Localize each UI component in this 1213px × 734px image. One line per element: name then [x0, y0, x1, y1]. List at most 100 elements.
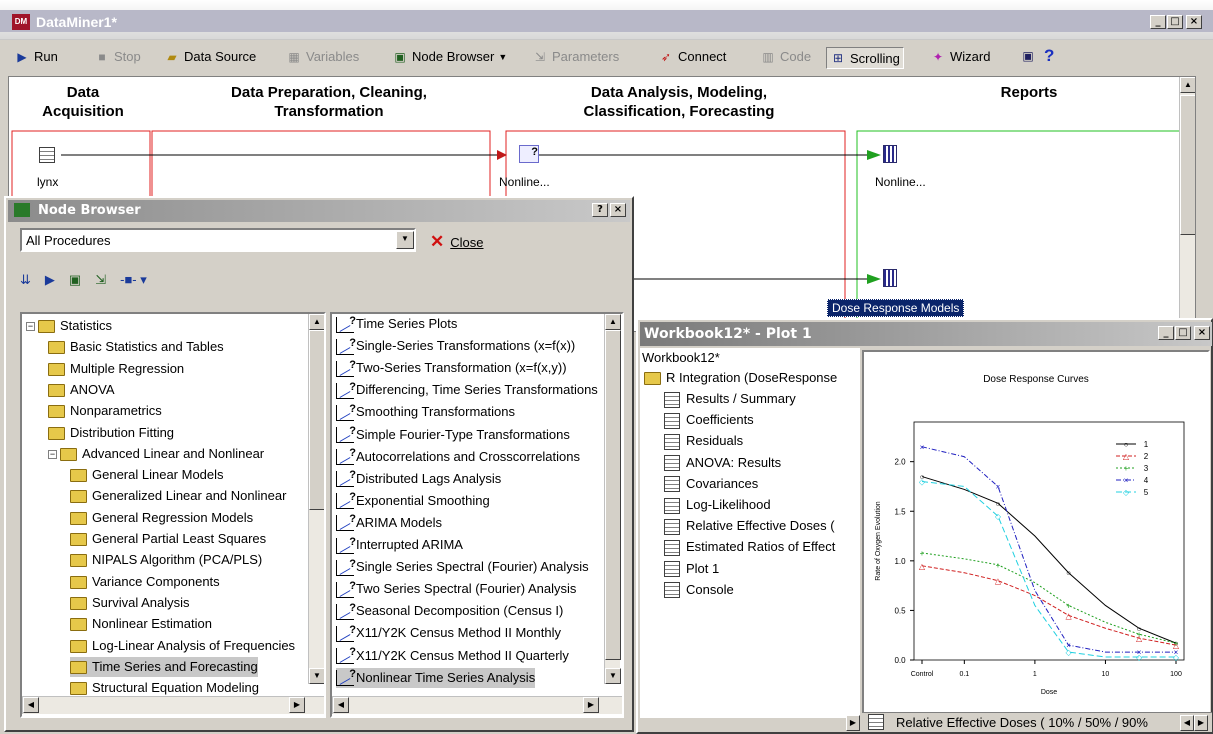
parameters-button[interactable]: ⇲ Parameters [532, 49, 619, 64]
tree-item[interactable]: General Linear Models [70, 465, 224, 485]
scroll-thumb[interactable] [309, 330, 324, 510]
scroll-left-button[interactable]: ◀ [23, 697, 39, 713]
scrolling-button[interactable]: ⊞ Scrolling [826, 47, 904, 69]
close-button[interactable]: × [1194, 326, 1210, 340]
procedure-item[interactable]: Single-Series Transformations (x=f(x)) [336, 333, 575, 356]
procedure-item[interactable]: Interrupted ARIMA [336, 532, 463, 555]
procedure-item[interactable]: Simple Fourier-Type Transformations [336, 421, 570, 445]
workbook-item[interactable]: Log-Likelihood [664, 495, 771, 515]
workbook-root[interactable]: Workbook12* [642, 348, 720, 368]
tree-item[interactable]: Log-Linear Analysis of Frequencies [70, 636, 295, 656]
procedure-item[interactable]: Time Series Plots [336, 314, 457, 334]
maximize-button[interactable]: □ [1175, 326, 1191, 340]
scroll-up-button[interactable]: ▲ [1180, 77, 1195, 93]
tab-next-button[interactable]: ▶ [1194, 715, 1208, 731]
procedure-item[interactable]: ARIMA Models [336, 509, 442, 533]
procedure-item[interactable]: Two Series Spectral (Fourier) Analysis [336, 576, 576, 599]
procedure-item[interactable]: Two-Series Transformation (x=f(x,y)) [336, 355, 567, 378]
procedure-list[interactable]: Time Series Plots Single-Series Transform… [330, 312, 624, 718]
wizard-button[interactable]: ✦ Wizard [930, 49, 990, 64]
variables-button[interactable]: ▦ Variables [286, 49, 359, 64]
report-node-label[interactable]: Nonline... [875, 175, 926, 189]
scroll-thumb[interactable] [605, 330, 621, 660]
scroll-down-button[interactable]: ▼ [605, 668, 621, 684]
insert-node-icon[interactable]: ⇊ [20, 272, 31, 288]
tree-item[interactable]: ANOVA [48, 380, 115, 400]
lynx-node-label[interactable]: lynx [37, 175, 58, 189]
parameters-tool-icon[interactable]: ⇲ [95, 272, 106, 288]
procedure-item[interactable]: Single Series Spectral (Fourier) Analysi… [336, 554, 589, 577]
save-button[interactable]: ▣ [1020, 49, 1036, 63]
tree-item[interactable]: Nonlinear Estimation [70, 614, 212, 634]
workbook-item[interactable]: Relative Effective Doses ( [664, 516, 835, 536]
tree-vscrollbar[interactable]: ▲ ▼ [308, 314, 324, 684]
tree-item[interactable]: Nonparametrics [48, 401, 162, 421]
scroll-right-button[interactable]: ▶ [583, 697, 599, 713]
workbook-tree[interactable]: Workbook12* R Integration (DoseResponse … [640, 348, 860, 718]
workbook-item[interactable]: Estimated Ratios of Effect [664, 537, 835, 557]
workbook-item[interactable]: Covariances [664, 474, 758, 494]
close-button[interactable]: ✕ Close [430, 232, 484, 252]
run-node-icon[interactable]: ▶ [45, 272, 55, 288]
tab-prev-button[interactable]: ◀ [1180, 715, 1194, 731]
list-vscrollbar[interactable]: ▲ ▼ [604, 314, 621, 684]
tree-item[interactable]: Distribution Fitting [48, 423, 174, 443]
tab-scroll-left-button[interactable]: ▶ [846, 715, 860, 731]
node-browser-button[interactable]: ▣ Node Browser ▼ [392, 49, 507, 64]
dose-report-node-icon[interactable] [883, 269, 897, 287]
workbook-item[interactable]: Coefficients [664, 410, 754, 430]
layout-dropdown-icon[interactable]: -■- ▾ [120, 272, 147, 288]
node-browser-tool-icon[interactable]: ▣ [69, 272, 81, 288]
procedure-item[interactable]: Differencing, Time Series Transformation… [336, 377, 598, 400]
workbook-folder[interactable]: R Integration (DoseResponse [644, 368, 837, 388]
nonlinear-analysis-node-icon[interactable]: ? [519, 145, 539, 163]
tree-item[interactable]: General Regression Models [70, 508, 253, 528]
scroll-thumb[interactable] [1180, 95, 1195, 235]
procedure-item[interactable]: Autocorrelations and Crosscorrelations [336, 443, 580, 467]
scroll-up-button[interactable]: ▲ [309, 314, 324, 330]
procedure-item[interactable]: X11/Y2K Census Method II Quarterly [336, 642, 569, 666]
workbook-item[interactable]: Results / Summary [664, 389, 796, 409]
report-node-icon[interactable] [883, 145, 897, 163]
list-hscrollbar[interactable]: ◀ ▶ [332, 696, 622, 714]
tree-item[interactable]: Multiple Regression [48, 359, 184, 379]
help-button[interactable]: ? [592, 203, 608, 217]
tree-item[interactable]: Basic Statistics and Tables [48, 337, 224, 357]
minimize-button[interactable]: _ [1150, 15, 1166, 29]
workbook-item[interactable]: Console [664, 580, 734, 600]
tree-item[interactable]: General Partial Least Squares [70, 529, 266, 549]
help-button[interactable]: ? [1044, 46, 1054, 66]
tree-hscrollbar[interactable]: ◀ ▶ [22, 696, 324, 714]
tree-item[interactable]: NIPALS Algorithm (PCA/PLS) [70, 550, 262, 570]
maximize-button[interactable]: □ [1167, 15, 1183, 29]
workbook-item[interactable]: Residuals [664, 431, 743, 451]
close-window-button[interactable]: × [610, 203, 626, 217]
workbook-item[interactable]: Plot 1 [664, 559, 719, 579]
tree-item[interactable]: Survival Analysis [70, 593, 190, 613]
collapse-icon[interactable]: − [48, 449, 57, 459]
code-button[interactable]: ▥ Code [760, 49, 811, 64]
tree-item[interactable]: Variance Components [70, 572, 220, 592]
minimize-button[interactable]: _ [1158, 326, 1174, 340]
lynx-node-icon[interactable] [39, 147, 55, 163]
scroll-left-button[interactable]: ◀ [333, 697, 349, 713]
run-button[interactable]: ▶ Run [14, 49, 57, 64]
workbook-item[interactable]: ANOVA: Results [664, 453, 781, 473]
tree-item[interactable]: − Advanced Linear and Nonlinear [48, 444, 264, 464]
workspace-scrollbar[interactable]: ▲ [1179, 77, 1195, 331]
stop-button[interactable]: ■ Stop [94, 49, 140, 64]
data-source-button[interactable]: ▰ Data Source [164, 49, 256, 64]
procedure-item[interactable]: Nonlinear Time Series Analysis [336, 664, 536, 688]
procedure-item[interactable]: X11/Y2K Census Method II Monthly [336, 620, 561, 643]
tree-item[interactable]: Generalized Linear and Nonlinear [70, 486, 286, 506]
tree-item[interactable]: Time Series and Forecasting [70, 656, 258, 677]
scroll-down-button[interactable]: ▼ [309, 668, 324, 684]
procedure-item[interactable]: Exponential Smoothing [336, 487, 490, 511]
procedure-item[interactable]: Smoothing Transformations [336, 399, 515, 422]
collapse-icon[interactable]: − [26, 322, 35, 332]
tab-relative-effective-doses[interactable]: Relative Effective Doses ( 10% / 50% / 9… [868, 714, 1148, 730]
connect-button[interactable]: ➶ Connect [658, 49, 726, 64]
procedure-item[interactable]: Distributed Lags Analysis [336, 465, 501, 489]
dose-report-node-label[interactable]: Dose Response Models [827, 299, 965, 317]
tree-item[interactable]: − Statistics [26, 316, 112, 336]
